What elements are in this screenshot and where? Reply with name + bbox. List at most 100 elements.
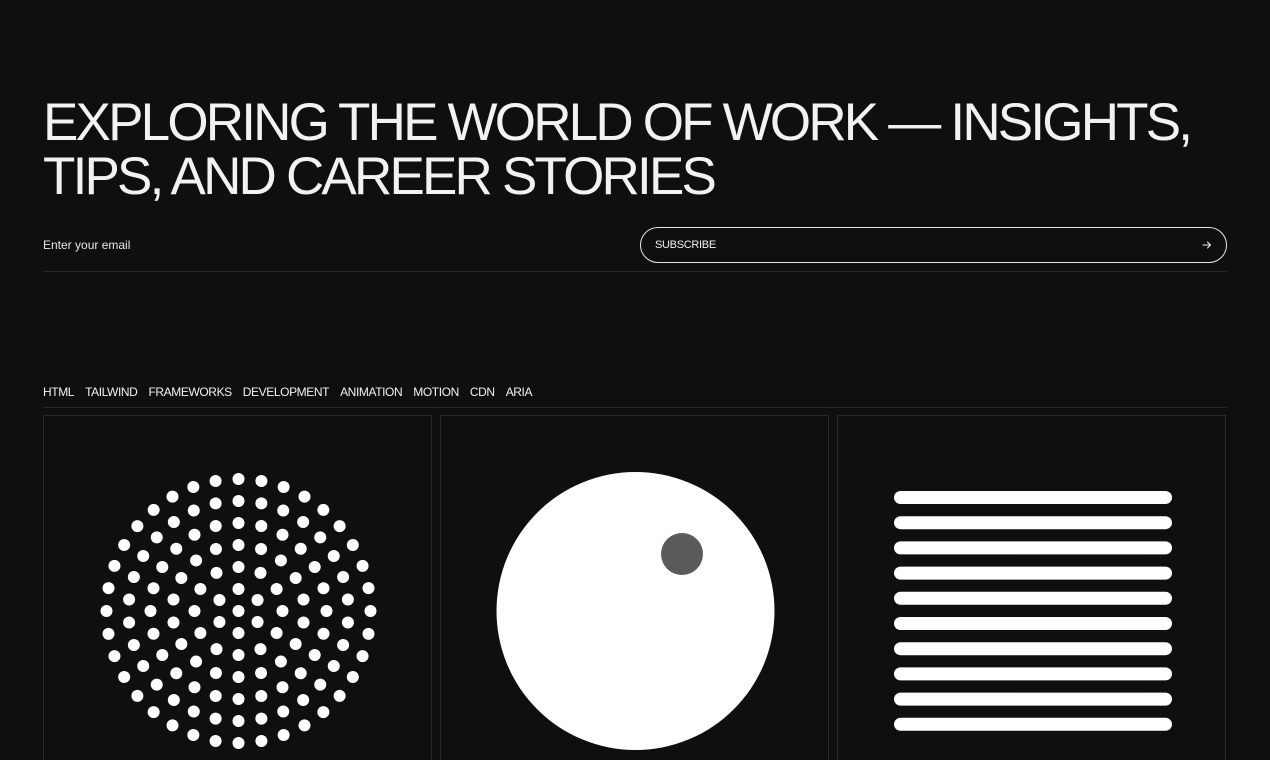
tag-frameworks[interactable]: FRAMEWORKS [148, 384, 232, 400]
sphere-dot [251, 594, 264, 606]
sphere-dot [123, 616, 136, 629]
tag-animation[interactable]: ANIMATION [340, 384, 403, 400]
sphere-dot [255, 667, 268, 680]
article-card-2[interactable] [440, 415, 829, 760]
sphere-dot [209, 667, 222, 680]
sphere-dot [317, 503, 330, 516]
small-grey-dot [661, 533, 703, 575]
sphere-dot [297, 616, 310, 629]
sphere-dot [317, 706, 330, 719]
tag-html[interactable]: HTML [43, 384, 74, 400]
sphere-dot [270, 627, 283, 639]
sphere-dot [188, 605, 201, 617]
sphere-dot [274, 655, 287, 668]
sphere-dot [118, 539, 131, 551]
sphere-dot [144, 605, 157, 617]
sphere-dot [118, 671, 131, 683]
subscribe-button-label: SUBSCRIBE [655, 239, 716, 251]
tag-cdn[interactable]: CDN [470, 384, 495, 400]
stacked-line [894, 617, 1172, 630]
sphere-dot [297, 516, 310, 529]
sphere-dot [131, 689, 144, 702]
sphere-dot [156, 561, 169, 573]
sphere-dot [297, 593, 310, 606]
sphere-dot [277, 480, 290, 493]
sphere-dot [232, 693, 245, 705]
sphere-dot [294, 542, 307, 555]
sphere-dot [255, 542, 268, 555]
article-card-grid [43, 415, 1227, 760]
sphere-dot [209, 542, 222, 555]
sphere-dot [209, 475, 222, 488]
sphere-dot [194, 627, 207, 639]
tag-motion[interactable]: MOTION [413, 384, 459, 400]
sphere-dot [255, 520, 268, 532]
sphere-dot [232, 561, 245, 573]
stacked-line [894, 667, 1172, 681]
sphere-dot [254, 643, 267, 656]
tag-aria[interactable]: ARIA [506, 384, 533, 400]
page-title-line-1: EXPLORING THE WORLD OF WORK — INSIGHTS, [43, 93, 1193, 152]
sphere-dot [194, 583, 207, 595]
sphere-dot [276, 605, 289, 617]
tag-tailwind[interactable]: TAILWIND [85, 384, 138, 400]
sphere-dot [147, 706, 160, 719]
sphere-dot [170, 667, 183, 680]
sphere-dot [232, 671, 245, 683]
sphere-dot [298, 719, 311, 732]
sphere-dot [232, 473, 245, 485]
page: EXPLORING THE WORLD OF WORK — INSIGHTS, … [0, 0, 1270, 760]
sphere-dot [232, 605, 245, 617]
sphere-dot [123, 593, 136, 606]
sphere-dot [308, 561, 321, 573]
sphere-dot [255, 475, 268, 488]
sphere-dot [232, 649, 245, 661]
sphere-dot [317, 582, 330, 595]
sphere-dot [362, 627, 375, 640]
sphere-dot [298, 490, 311, 503]
sphere-dot [210, 566, 223, 579]
sphere-dot [187, 705, 200, 718]
sphere-dot [270, 583, 283, 595]
sphere-dot [209, 497, 222, 510]
sphere-dot [333, 689, 346, 702]
email-field[interactable] [43, 227, 603, 263]
large-white-circle [496, 472, 775, 750]
sphere-dot [289, 638, 302, 650]
dot-sphere-icon [100, 473, 377, 749]
sphere-dot [255, 690, 268, 702]
tag-development[interactable]: DEVELOPMENT [243, 384, 330, 400]
sphere-dot [190, 655, 203, 668]
sphere-dot [320, 605, 333, 617]
sphere-dot [314, 531, 327, 544]
circle-with-dot-icon [496, 472, 775, 750]
sphere-dot [255, 712, 268, 725]
sphere-dot [209, 520, 222, 532]
stacked-line [894, 516, 1172, 530]
page-title-line-2: TIPS, AND CAREER STORIES [43, 147, 717, 206]
sphere-dot [167, 516, 180, 529]
sphere-dot [362, 582, 375, 595]
subscribe-button[interactable]: SUBSCRIBE [640, 227, 1227, 263]
sphere-dot [187, 504, 200, 517]
sphere-dot [364, 605, 377, 617]
sphere-dot [188, 528, 201, 541]
sphere-dot [108, 559, 121, 572]
sphere-dot [356, 650, 369, 663]
arrow-right-icon [1202, 240, 1212, 250]
sphere-dot [333, 520, 346, 533]
sphere-dot [209, 712, 222, 725]
sphere-dot [102, 582, 115, 595]
sphere-dot [150, 531, 163, 544]
sphere-dot [327, 660, 340, 672]
article-card-3[interactable] [837, 415, 1226, 760]
sphere-dot [308, 649, 321, 661]
sphere-dot [277, 705, 290, 718]
sphere-dot [314, 678, 327, 691]
sphere-dot [167, 693, 180, 706]
sphere-dot [254, 566, 267, 579]
article-card-1[interactable] [43, 415, 432, 760]
sphere-dot [232, 627, 245, 639]
sphere-dot [188, 681, 201, 694]
sphere-dot [150, 678, 163, 691]
